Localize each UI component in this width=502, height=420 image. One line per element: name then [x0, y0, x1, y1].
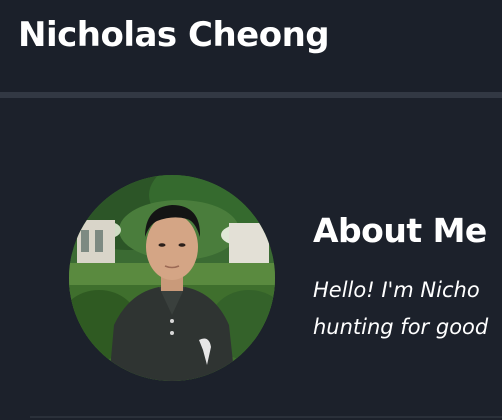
about-heading: About Me — [313, 211, 487, 250]
section-divider — [30, 416, 502, 418]
profile-photo-image — [69, 175, 275, 381]
about-text-line: hunting for good — [313, 315, 489, 339]
about-text: Hello! I'm Nicho hunting for good — [313, 272, 502, 346]
about-section: About Me Hello! I'm Nicho hunting for go… — [0, 98, 502, 420]
page: Nicholas Cheong About Me Hello! I'm Nich… — [0, 0, 502, 420]
site-title[interactable]: Nicholas Cheong — [18, 14, 330, 56]
site-header: Nicholas Cheong — [0, 0, 502, 92]
profile-photo — [69, 175, 275, 381]
about-text-line: Hello! I'm Nicho — [313, 278, 480, 302]
